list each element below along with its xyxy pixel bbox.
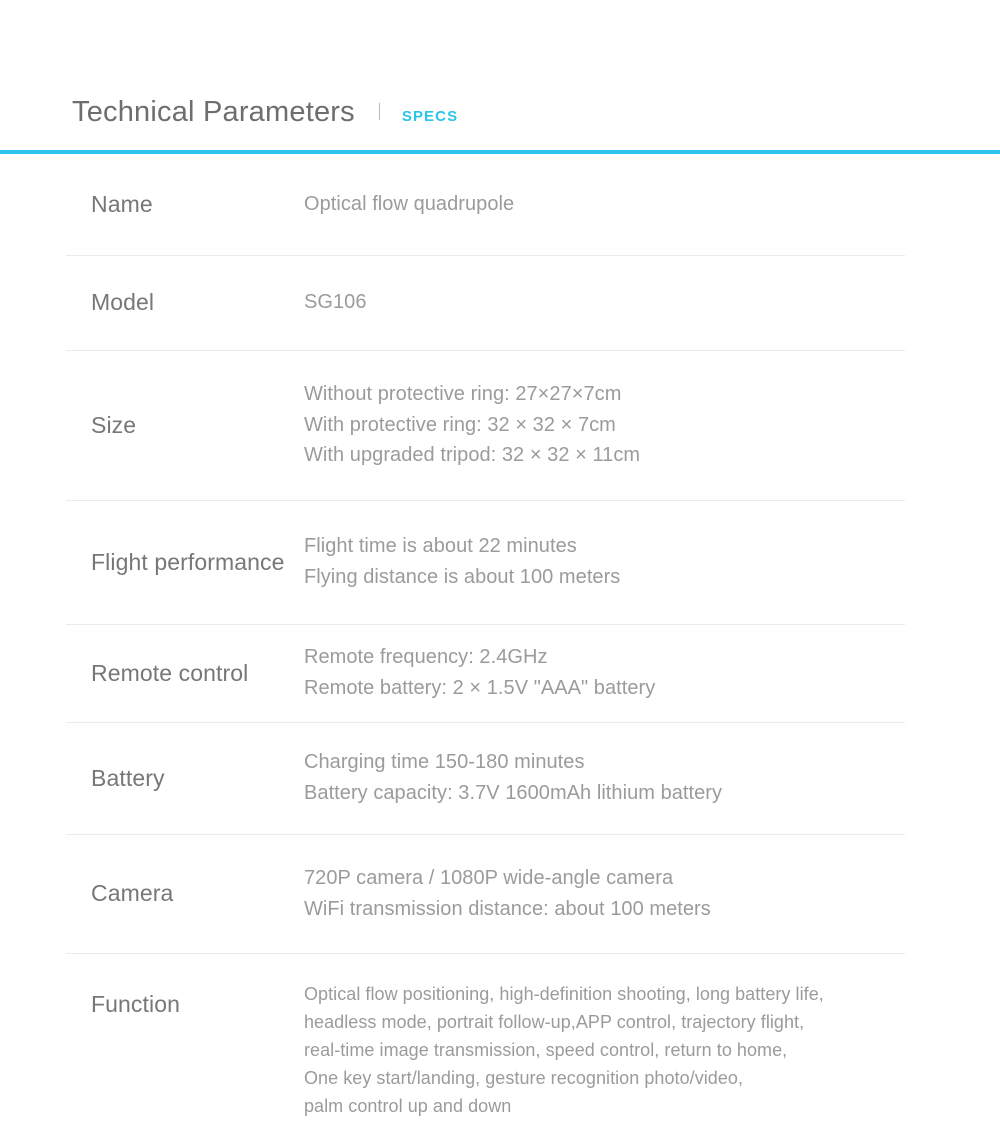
table-row: Battery Charging time 150-180 minutes Ba… <box>0 722 1000 834</box>
spec-label: Function <box>91 991 181 1017</box>
spec-label: Battery <box>91 764 165 791</box>
page-title: Technical Parameters <box>72 96 355 128</box>
table-row: Remote control Remote frequency: 2.4GHz … <box>0 624 1000 722</box>
spec-label: Camera <box>91 880 174 907</box>
spec-label: Remote control <box>91 659 249 686</box>
table-row: Camera 720P camera / 1080P wide-angle ca… <box>0 834 1000 953</box>
spec-value: Charging time 150-180 minutes Battery ca… <box>304 747 905 808</box>
spec-value: Optical flow positioning, high-definitio… <box>304 953 905 1120</box>
spec-value-line: SG106 <box>304 291 367 314</box>
title-separator-icon <box>378 103 380 120</box>
spec-label: Model <box>91 289 155 316</box>
spec-value-line: With protective ring: 32 × 32 × 7cm <box>304 413 616 436</box>
page-subtitle: SPECS <box>401 108 459 125</box>
spec-value: Without protective ring: 27×27×7cm With … <box>304 379 905 471</box>
spec-value-line: real-time image transmission, speed cont… <box>304 1039 788 1060</box>
table-row: Flight performance Flight time is about … <box>0 500 1000 624</box>
spec-value-line: Flying distance is about 100 meters <box>304 566 621 588</box>
header-title-group: Technical Parameters SPECS <box>72 96 458 129</box>
spec-value-line: Charging time 150-180 minutes <box>304 751 585 774</box>
spec-value-line: Battery capacity: 3.7V 1600mAh lithium b… <box>304 782 723 804</box>
table-row: Model SG106 <box>0 255 1000 350</box>
spec-value-line: One key start/landing, gesture recogniti… <box>304 1067 744 1088</box>
spec-value-line: palm control up and down <box>304 1095 512 1116</box>
table-row: Function Optical flow positioning, high-… <box>0 953 1000 1133</box>
spec-value: SG106 <box>304 287 905 318</box>
spec-value-line: With upgraded tripod: 32 × 32 × 11cm <box>304 444 641 467</box>
spec-value-line: headless mode, portrait follow-up,APP co… <box>304 1011 805 1032</box>
spec-label: Name <box>91 191 153 218</box>
spec-value: Flight time is about 22 minutes Flying d… <box>304 531 905 592</box>
table-row: Name Optical flow quadrupole <box>0 154 1000 255</box>
spec-value-line: Optical flow positioning, high-definitio… <box>304 984 824 1004</box>
table-row: Size Without protective ring: 27×27×7cm … <box>0 350 1000 500</box>
spec-value-line: Without protective ring: 27×27×7cm <box>304 383 622 406</box>
spec-value-line: WiFi transmission distance: about 100 me… <box>304 897 711 920</box>
spec-value-line: Flight time is about 22 minutes <box>304 535 577 558</box>
spec-value-line: Remote frequency: 2.4GHz <box>304 646 548 669</box>
spec-label: Size <box>91 411 137 438</box>
spec-value-line: 720P camera / 1080P wide-angle camera <box>304 866 674 889</box>
spec-value: 720P camera / 1080P wide-angle camera Wi… <box>304 863 905 924</box>
spec-value: Optical flow quadrupole <box>304 189 905 220</box>
spec-value-line: Remote battery: 2 × 1.5V "AAA" battery <box>304 677 656 699</box>
page-header: Technical Parameters SPECS <box>0 0 1000 154</box>
spec-value-line: Optical flow quadrupole <box>304 193 515 216</box>
spec-label: Flight performance <box>91 548 285 575</box>
spec-value: Remote frequency: 2.4GHz Remote battery:… <box>304 642 905 703</box>
spec-sheet-page: Technical Parameters SPECS Name Optical … <box>0 0 1000 1133</box>
specifications-table: Name Optical flow quadrupole Model SG106… <box>0 154 1000 1133</box>
